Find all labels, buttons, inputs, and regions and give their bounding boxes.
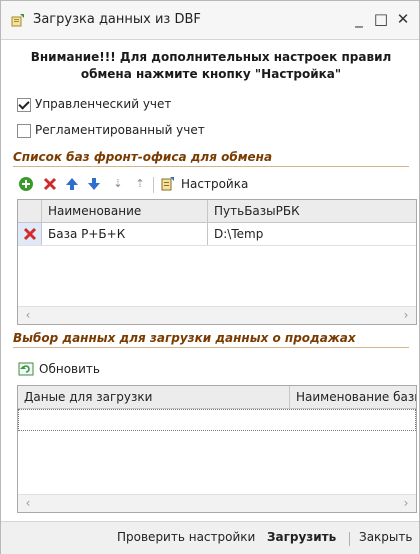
checkbox-regulated-accounting[interactable]: Регламентированный учет — [17, 123, 217, 139]
refresh-icon[interactable] — [17, 360, 35, 378]
settings-button[interactable]: Настройка — [181, 177, 248, 191]
column-header-base-name[interactable]: Наименование базы — [290, 386, 416, 408]
table-header: Даные для загрузки Наименование базы — [18, 386, 416, 409]
sales-toolbar: Обновить — [17, 358, 137, 380]
move-down-icon[interactable] — [85, 175, 103, 193]
window-title: Загрузка данных из DBF — [33, 12, 201, 27]
horizontal-scrollbar[interactable]: ‹ › — [18, 494, 416, 512]
table-header: Наименование ПутьБазыРБК — [18, 200, 416, 223]
frontoffice-toolbar: ⇣ ⇡ Настройка — [17, 175, 317, 197]
column-header-data[interactable]: Даные для загрузки — [18, 386, 290, 408]
checkbox-label: Управленческий учет — [35, 97, 172, 111]
cell-path[interactable]: D:\Temp — [208, 223, 416, 245]
dialog-window: Загрузка данных из DBF _ □ ✕ Внимание!!!… — [0, 0, 420, 554]
close-button[interactable]: Закрыть — [359, 530, 412, 544]
scroll-left-icon[interactable]: ‹ — [20, 495, 36, 512]
marker-column-header — [18, 200, 42, 222]
cell-name[interactable]: База Р+Б+К — [42, 223, 208, 245]
maximize-icon[interactable]: □ — [371, 9, 391, 29]
scroll-left-icon[interactable]: ‹ — [20, 307, 36, 324]
title-bar: Загрузка данных из DBF _ □ ✕ — [1, 1, 419, 40]
scroll-right-icon[interactable]: › — [398, 495, 414, 512]
refresh-button[interactable]: Обновить — [39, 362, 100, 376]
sort-asc-icon[interactable]: ⇣ — [109, 175, 127, 193]
frontoffice-table: Наименование ПутьБазыРБК База Р+Б+К D:\T… — [17, 199, 417, 325]
load-button[interactable]: Загрузить — [267, 530, 336, 544]
scroll-right-icon[interactable]: › — [398, 307, 414, 324]
table-row-empty[interactable] — [18, 409, 416, 431]
checkbox-box[interactable] — [17, 124, 31, 138]
delete-icon[interactable] — [41, 175, 59, 193]
minimize-icon[interactable]: _ — [349, 9, 369, 29]
app-icon — [11, 14, 24, 27]
sort-desc-icon[interactable]: ⇡ — [131, 175, 149, 193]
column-header-name[interactable]: Наименование — [42, 200, 208, 222]
checkbox-box[interactable] — [17, 98, 31, 112]
add-icon[interactable] — [17, 175, 35, 193]
checkbox-management-accounting[interactable]: Управленческий учет — [17, 97, 217, 113]
move-up-icon[interactable] — [63, 175, 81, 193]
column-header-path[interactable]: ПутьБазыРБК — [208, 200, 416, 222]
section-title-frontoffice: Список баз фронт-офиса для обмена — [13, 150, 409, 167]
footer-divider — [349, 532, 350, 546]
notice-line-2: обмена нажмите кнопку "Настройка" — [80, 67, 342, 81]
toolbar-divider — [153, 177, 154, 193]
sales-data-table: Даные для загрузки Наименование базы ‹ › — [17, 385, 417, 513]
check-settings-button[interactable]: Проверить настройки — [117, 530, 255, 544]
close-icon[interactable]: ✕ — [393, 9, 413, 29]
row-marker-icon — [23, 227, 37, 241]
checkbox-label: Регламентированный учет — [35, 123, 205, 137]
settings-icon[interactable] — [159, 175, 177, 193]
row-marker-cell — [18, 223, 42, 245]
horizontal-scrollbar[interactable]: ‹ › — [18, 306, 416, 324]
section-title-sales: Выбор данных для загрузки данных о прода… — [13, 331, 409, 348]
table-row[interactable]: База Р+Б+К D:\Temp — [18, 223, 416, 246]
footer-bar: Проверить настройки Загрузить Закрыть — [1, 521, 419, 554]
notice-line-1: Внимание!!! Для дополнительных настроек … — [30, 50, 392, 64]
notice-text: Внимание!!! Для дополнительных настроек … — [11, 49, 411, 83]
